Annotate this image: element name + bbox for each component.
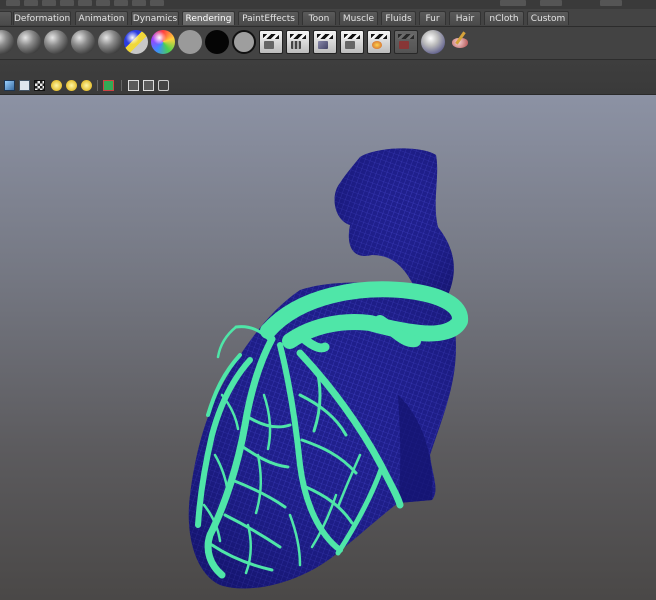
shelf-tab-animation[interactable]: Animation — [75, 11, 128, 25]
isolate-select-icon[interactable] — [103, 80, 114, 91]
toolbar-button[interactable] — [132, 0, 146, 6]
render-icon[interactable] — [286, 30, 310, 54]
ramp-shader-icon[interactable] — [124, 30, 148, 54]
toolbar-button[interactable] — [500, 0, 526, 6]
sphere-shader-icon[interactable] — [44, 30, 68, 54]
viewport-toolbar — [0, 60, 656, 95]
rainbow-shader-icon[interactable] — [151, 30, 175, 54]
toolbar-button[interactable] — [540, 0, 562, 6]
toolbar-button[interactable] — [150, 0, 164, 6]
toolbar-button[interactable] — [6, 0, 20, 6]
toolbar-separator — [121, 80, 122, 91]
rendering-shelf — [0, 27, 656, 60]
paint-icon[interactable] — [448, 30, 472, 54]
sphere-shader-icon[interactable] — [71, 30, 95, 54]
xray-icon[interactable] — [128, 80, 139, 91]
shelf-tab-partial[interactable] — [0, 11, 12, 25]
toolbar-button[interactable] — [60, 0, 74, 6]
perspective-viewport[interactable] — [0, 95, 656, 600]
toolbar-button[interactable] — [42, 0, 56, 6]
toolbar-button[interactable] — [96, 0, 110, 6]
render-view-icon[interactable] — [259, 30, 283, 54]
render-settings-icon[interactable] — [340, 30, 364, 54]
shaded-cube-icon[interactable] — [4, 80, 15, 91]
toolbar-button[interactable] — [114, 0, 128, 6]
shelf-tab-painteffects[interactable]: PaintEffects — [238, 11, 299, 25]
black-shader-icon[interactable] — [205, 30, 229, 54]
shelf-tab-ncloth[interactable]: nCloth — [484, 11, 524, 25]
shelf-tab-deformation[interactable]: Deformation — [13, 11, 71, 25]
shelf-tab-hair[interactable]: Hair — [449, 11, 481, 25]
grey-shader-icon[interactable] — [178, 30, 202, 54]
hypershade-icon[interactable] — [367, 30, 391, 54]
batch-render-icon[interactable] — [394, 30, 418, 54]
shelf-tab-muscle[interactable]: Muscle — [339, 11, 378, 25]
sphere-shader-icon[interactable] — [98, 30, 122, 54]
xray-joints-icon[interactable] — [143, 80, 154, 91]
toolbar-separator — [97, 80, 98, 91]
default-light-icon[interactable] — [51, 80, 62, 91]
toolbar-button[interactable] — [78, 0, 92, 6]
shelf-tab-rendering[interactable]: Rendering — [182, 11, 235, 25]
shelf-tab-bar: Deformation Animation Dynamics Rendering… — [0, 9, 656, 27]
textured-icon[interactable] — [34, 80, 45, 91]
shelf-tab-custom[interactable]: Custom — [527, 11, 569, 25]
shelf-tab-dynamics[interactable]: Dynamics — [131, 11, 179, 25]
light-icon[interactable] — [81, 80, 92, 91]
mental-ray-icon[interactable] — [421, 30, 445, 54]
shelf-tab-fur[interactable]: Fur — [419, 11, 446, 25]
all-lights-icon[interactable] — [66, 80, 77, 91]
heart-model — [188, 148, 468, 589]
hollow-shader-icon[interactable] — [232, 30, 256, 54]
wireframe-cube-icon[interactable] — [19, 80, 30, 91]
ipr-render-icon[interactable] — [313, 30, 337, 54]
toolbar-button[interactable] — [24, 0, 38, 6]
toolbar-button[interactable] — [600, 0, 622, 6]
camera-icon[interactable] — [158, 80, 169, 91]
sphere-shader-icon[interactable] — [17, 30, 41, 54]
aorta — [334, 148, 454, 300]
shelf-tab-fluids[interactable]: Fluids — [381, 11, 416, 25]
shelf-tab-toon[interactable]: Toon — [302, 11, 336, 25]
sphere-shader-icon[interactable] — [0, 30, 14, 54]
